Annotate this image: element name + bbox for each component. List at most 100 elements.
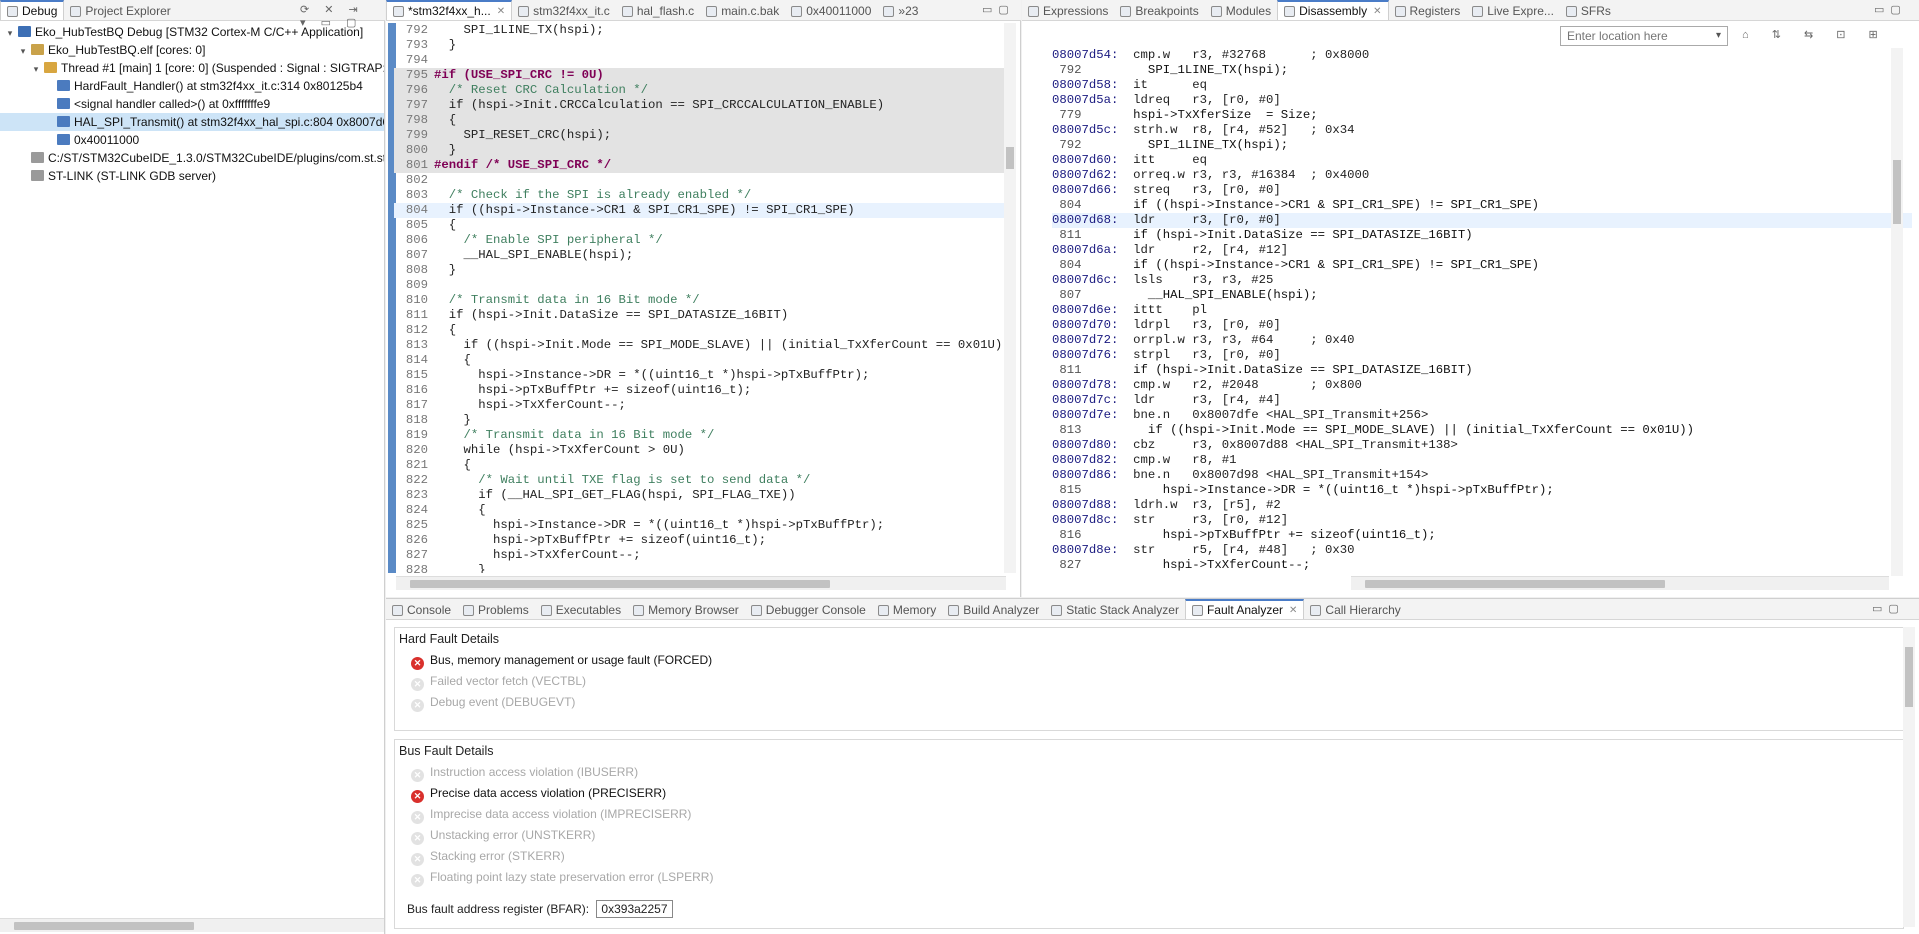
disassembly-line[interactable]: 08007d5a: ldreq r3, [r0, #0]	[1052, 93, 1912, 108]
disassembly-hscrollbar[interactable]	[1351, 576, 1889, 590]
code-line[interactable]: 825 hspi->Instance->DR = *((uint16_t *)h…	[394, 518, 1014, 533]
tab-editor-stm32f4xx-h[interactable]: *stm32f4xx_h... ✕	[386, 0, 513, 20]
tab-debug-project-explorer[interactable]: Project Explorer	[64, 1, 176, 20]
code-line[interactable]: 821 {	[394, 458, 1014, 473]
tree-item[interactable]: ST-LINK (ST-LINK GDB server)	[0, 167, 384, 185]
disassembly-line[interactable]: 807 __HAL_SPI_ENABLE(hspi);	[1052, 288, 1912, 303]
tab-disasm-live-expre[interactable]: Live Expre...	[1466, 1, 1560, 20]
disassembly-line[interactable]: 08007d68: ldr r3, [r0, #0]	[1052, 213, 1912, 228]
tab-bottom-memory[interactable]: Memory	[872, 600, 942, 619]
location-input[interactable]	[1560, 26, 1728, 46]
code-line[interactable]: 823 if (__HAL_SPI_GET_FLAG(hspi, SPI_FLA…	[394, 488, 1014, 503]
disassembly-line[interactable]: 08007d66: streq r3, [r0, #0]	[1052, 183, 1912, 198]
disassembly-toolbar[interactable]: ⌂ ⇅ ⇆ ⊡ ⊞	[1742, 28, 1888, 41]
disassembly-window-controls[interactable]: ▭▢	[1874, 3, 1907, 16]
editor-vscrollbar[interactable]	[1004, 23, 1016, 573]
disassembly-line[interactable]: 08007d5c: strh.w r8, [r4, #52] ; 0x34	[1052, 123, 1912, 138]
fault-vscrollbar[interactable]	[1903, 627, 1915, 927]
tree-item[interactable]: <signal handler called>() at 0xfffffffe9	[0, 95, 384, 113]
tab-editor-hal-flash-c[interactable]: hal_flash.c	[616, 1, 700, 20]
code-line[interactable]: 807 __HAL_SPI_ENABLE(hspi);	[394, 248, 1014, 263]
chevron-down-icon[interactable]: ▾	[4, 24, 16, 41]
code-line[interactable]: 815 hspi->Instance->DR = *((uint16_t *)h…	[394, 368, 1014, 383]
disassembly-line[interactable]: 827 hspi->TxXferCount--;	[1052, 558, 1912, 573]
disassembly-line[interactable]: 08007d54: cmp.w r3, #32768 ; 0x8000	[1052, 48, 1912, 63]
code-line[interactable]: 795 #if (USE_SPI_CRC != 0U)	[394, 68, 1014, 83]
disassembly-line[interactable]: 08007d82: cmp.w r8, #1	[1052, 453, 1912, 468]
code-line[interactable]: 806 /* Enable SPI peripheral */	[394, 233, 1014, 248]
tree-item[interactable]: C:/ST/STM32CubeIDE_1.3.0/STM32CubeIDE/pl…	[0, 149, 384, 167]
location-dropdown-icon[interactable]: ▾	[1716, 30, 1721, 41]
disassembly-line[interactable]: 779 hspi->TxXferSize = Size;	[1052, 108, 1912, 123]
code-line[interactable]: 812 {	[394, 323, 1014, 338]
tab-bottom-memory-browser[interactable]: Memory Browser	[627, 600, 745, 619]
tree-item[interactable]: 0x40011000	[0, 131, 384, 149]
disassembly-line[interactable]: 08007d86: bne.n 0x8007d98 <HAL_SPI_Trans…	[1052, 468, 1912, 483]
disassembly-line[interactable]: 08007d76: strpl r3, [r0, #0]	[1052, 348, 1912, 363]
disassembly-line[interactable]: 792 SPI_1LINE_TX(hspi);	[1052, 138, 1912, 153]
code-line[interactable]: 811 if (hspi->Init.DataSize == SPI_DATAS…	[394, 308, 1014, 323]
tab-editor-stm32f4xx-it-c[interactable]: stm32f4xx_it.c	[512, 1, 616, 20]
code-line[interactable]: 802	[394, 173, 1014, 188]
tab-editor-0x40011000[interactable]: 0x40011000	[785, 1, 877, 20]
tab-bottom-static-stack-analyzer[interactable]: Static Stack Analyzer	[1045, 600, 1185, 619]
code-line[interactable]: 794	[394, 53, 1014, 68]
code-line[interactable]: 824 {	[394, 503, 1014, 518]
disassembly-vscrollbar[interactable]	[1891, 48, 1903, 576]
code-line[interactable]: 819 /* Transmit data in 16 Bit mode */	[394, 428, 1014, 443]
fault-window-controls[interactable]: ▭▢	[1872, 602, 1905, 615]
tab-disasm-disassembly[interactable]: Disassembly ✕	[1277, 0, 1389, 20]
disassembly-line[interactable]: 08007d62: orreq.w r3, r3, #16384 ; 0x400…	[1052, 168, 1912, 183]
code-line[interactable]: 796 /* Reset CRC Calculation */	[394, 83, 1014, 98]
disassembly-line[interactable]: 811 if (hspi->Init.DataSize == SPI_DATAS…	[1052, 363, 1912, 378]
disassembly-line[interactable]: 792 SPI_1LINE_TX(hspi);	[1052, 63, 1912, 78]
code-line[interactable]: 827 hspi->TxXferCount--;	[394, 548, 1014, 563]
tab-bottom-debugger-console[interactable]: Debugger Console	[745, 600, 872, 619]
disassembly-line[interactable]: 08007d70: ldrpl r3, [r0, #0]	[1052, 318, 1912, 333]
code-line[interactable]: 820 while (hspi->TxXferCount > 0U)	[394, 443, 1014, 458]
code-line[interactable]: 793 }	[394, 38, 1014, 53]
disassembly-line[interactable]: 08007d58: it eq	[1052, 78, 1912, 93]
code-line[interactable]: 810 /* Transmit data in 16 Bit mode */	[394, 293, 1014, 308]
disassembly-line[interactable]: 08007d8e: str r5, [r4, #48] ; 0x30	[1052, 543, 1912, 558]
tree-item[interactable]: ▾ Eko_HubTestBQ.elf [cores: 0]	[0, 41, 384, 59]
disassembly-line[interactable]: 811 if (hspi->Init.DataSize == SPI_DATAS…	[1052, 228, 1912, 243]
disassembly-listing[interactable]: 08007d54: cmp.w r3, #32768 ; 0x8000 792 …	[1052, 48, 1912, 576]
disassembly-line[interactable]: 08007d88: ldrh.w r3, [r5], #2	[1052, 498, 1912, 513]
disassembly-line[interactable]: 815 hspi->Instance->DR = *((uint16_t *)h…	[1052, 483, 1912, 498]
code-line[interactable]: 792 SPI_1LINE_TX(hspi);	[394, 23, 1014, 38]
tab-bottom-console[interactable]: Console	[386, 600, 457, 619]
code-line[interactable]: 801 #endif /* USE_SPI_CRC */	[394, 158, 1014, 173]
tree-item[interactable]: HardFault_Handler() at stm32f4xx_it.c:31…	[0, 77, 384, 95]
code-line[interactable]: 797 if (hspi->Init.CRCCalculation == SPI…	[394, 98, 1014, 113]
tab-disasm-breakpoints[interactable]: Breakpoints	[1114, 1, 1204, 20]
tab-bottom-build-analyzer[interactable]: Build Analyzer	[942, 600, 1045, 619]
disassembly-line[interactable]: 08007d6a: ldr r2, [r4, #12]	[1052, 243, 1912, 258]
tab-bottom-call-hierarchy[interactable]: Call Hierarchy	[1304, 600, 1406, 619]
disassembly-line[interactable]: 08007d60: itt eq	[1052, 153, 1912, 168]
tab-editor-23[interactable]: »23	[877, 1, 924, 20]
tab-bottom-problems[interactable]: Problems	[457, 600, 535, 619]
tree-item[interactable]: ▾ Thread #1 [main] 1 [core: 0] (Suspended…	[0, 59, 384, 77]
disassembly-line[interactable]: 813 if ((hspi->Init.Mode == SPI_MODE_SLA…	[1052, 423, 1912, 438]
chevron-down-icon[interactable]: ▾	[17, 42, 29, 59]
code-line[interactable]: 822 /* Wait until TXE flag is set to sen…	[394, 473, 1014, 488]
disassembly-line[interactable]: 804 if ((hspi->Instance->CR1 & SPI_CR1_S…	[1052, 198, 1912, 213]
code-line[interactable]: 814 {	[394, 353, 1014, 368]
tab-disasm-expressions[interactable]: Expressions	[1022, 1, 1114, 20]
code-line[interactable]: 808 }	[394, 263, 1014, 278]
tree-item[interactable]: HAL_SPI_Transmit() at stm32f4xx_hal_spi.…	[0, 113, 384, 131]
disassembly-line[interactable]: 08007d7e: bne.n 0x8007dfe <HAL_SPI_Trans…	[1052, 408, 1912, 423]
editor-window-controls[interactable]: ▭▢	[982, 3, 1015, 16]
code-line[interactable]: 798 {	[394, 113, 1014, 128]
tree-item[interactable]: ▾ Eko_HubTestBQ Debug [STM32 Cortex-M C/C…	[0, 23, 384, 41]
code-line[interactable]: 805 {	[394, 218, 1014, 233]
disassembly-line[interactable]: 816 hspi->pTxBuffPtr += sizeof(uint16_t)…	[1052, 528, 1912, 543]
code-line[interactable]: 817 hspi->TxXferCount--;	[394, 398, 1014, 413]
disassembly-line[interactable]: 804 if ((hspi->Instance->CR1 & SPI_CR1_S…	[1052, 258, 1912, 273]
code-line[interactable]: 804 if ((hspi->Instance->CR1 & SPI_CR1_S…	[394, 203, 1014, 218]
tab-bottom-fault-analyzer[interactable]: Fault Analyzer ✕	[1184, 599, 1305, 619]
chevron-down-icon[interactable]: ▾	[30, 60, 42, 77]
close-icon[interactable]: ✕	[1289, 605, 1297, 616]
code-line[interactable]: 803 /* Check if the SPI is already enabl…	[394, 188, 1014, 203]
